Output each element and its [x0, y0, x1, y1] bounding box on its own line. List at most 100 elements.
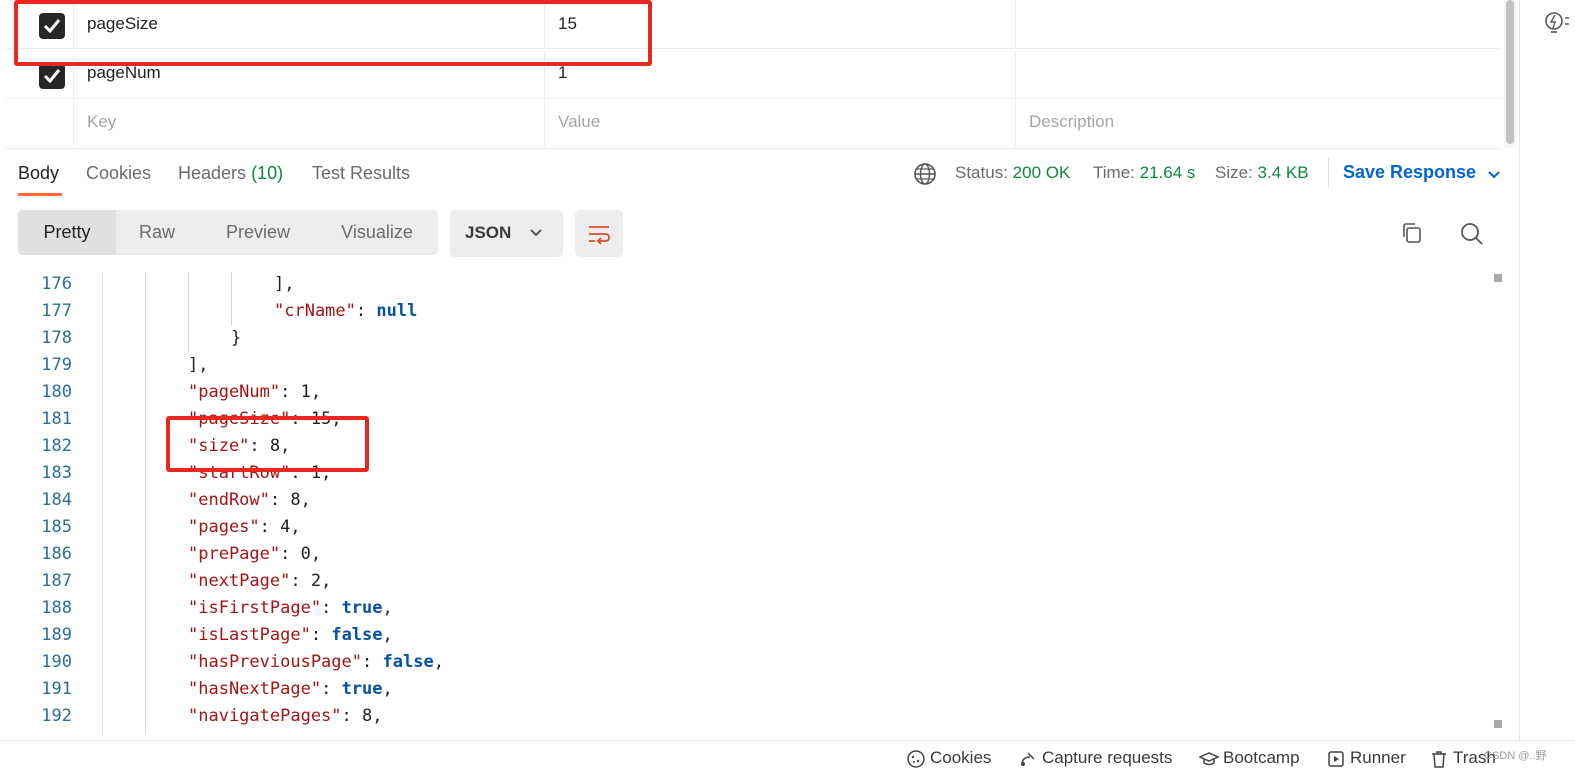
- code-line: 188 "isFirstPage": true,: [0, 598, 1490, 625]
- line-number: 184: [41, 490, 72, 510]
- trash-icon: [1432, 751, 1446, 768]
- line-text: "navigatePages": 8,: [188, 706, 383, 726]
- description-placeholder: Description: [1029, 112, 1115, 131]
- param-row-empty: Key Value Description: [6, 100, 1502, 149]
- line-text: "hasNextPage": true,: [188, 679, 393, 699]
- tab-test-results[interactable]: Test Results: [312, 163, 410, 184]
- view-mode-pretty[interactable]: Pretty: [18, 210, 116, 255]
- size-label: Size:: [1215, 163, 1253, 182]
- highlight-annotation-size: [166, 416, 369, 472]
- graduation-cap-icon: [1199, 752, 1219, 766]
- footer-capture-label: Capture requests: [1042, 748, 1173, 767]
- line-text: "isLastPage": false,: [188, 625, 393, 645]
- globe-icon[interactable]: [913, 162, 937, 186]
- code-line: 179],: [0, 355, 1490, 382]
- format-dropdown[interactable]: JSON: [450, 210, 563, 257]
- line-text: "endRow": 8,: [188, 490, 311, 510]
- chevron-down-icon: [530, 229, 542, 237]
- line-text: "crName": null: [274, 301, 418, 321]
- line-text: "hasPreviousPage": false,: [188, 652, 444, 672]
- line-text: "nextPage": 2,: [188, 571, 332, 591]
- satellite-icon: [1021, 752, 1035, 766]
- line-number: 176: [41, 274, 72, 294]
- line-text: }: [231, 328, 242, 348]
- view-mode-raw[interactable]: Raw: [116, 210, 198, 255]
- scroll-up-arrow[interactable]: [1494, 274, 1502, 282]
- footer-bootcamp-label: Bootcamp: [1223, 748, 1300, 767]
- line-number: 185: [41, 517, 72, 537]
- tab-headers[interactable]: Headers (10): [178, 163, 283, 184]
- line-number: 182: [41, 436, 72, 456]
- line-number: 181: [41, 409, 72, 429]
- code-line: 180 "pageNum": 1,: [0, 382, 1490, 409]
- lightbulb-icon[interactable]: [1543, 10, 1571, 40]
- copy-icon[interactable]: [1400, 221, 1424, 245]
- line-number: 188: [41, 598, 72, 618]
- line-number: 183: [41, 463, 72, 483]
- play-icon: [1328, 751, 1344, 767]
- line-number: 177: [41, 301, 72, 321]
- search-icon[interactable]: [1459, 221, 1485, 247]
- save-response-label: Save Response: [1343, 162, 1477, 182]
- chevron-down-icon[interactable]: [1486, 166, 1502, 182]
- view-mode-visualize[interactable]: Visualize: [318, 210, 436, 255]
- param-checkbox[interactable]: [39, 63, 65, 89]
- code-line: 185 "pages": 4,: [0, 517, 1490, 544]
- status-label: Status:: [955, 163, 1008, 182]
- time-label: Time:: [1093, 163, 1135, 182]
- code-line: 192 "navigatePages": 8,: [0, 706, 1490, 733]
- line-text: ],: [274, 274, 295, 294]
- line-number: 180: [41, 382, 72, 402]
- code-line: 177 "crName": null: [0, 301, 1490, 328]
- scroll-down-arrow[interactable]: [1494, 720, 1502, 728]
- scrollbar-thumb[interactable]: [1506, 0, 1514, 144]
- save-response-button[interactable]: Save Response: [1343, 162, 1476, 183]
- key-placeholder: Key: [87, 112, 117, 131]
- divider: [1328, 158, 1329, 188]
- line-number: 189: [41, 625, 72, 645]
- value-placeholder: Value: [558, 112, 601, 131]
- code-scrollbar[interactable]: [1490, 272, 1504, 734]
- code-line: 189 "isLastPage": false,: [0, 625, 1490, 652]
- format-label: JSON: [465, 223, 512, 242]
- active-tab-indicator: [18, 193, 62, 196]
- line-text: "pageNum": 1,: [188, 382, 322, 402]
- param-key-input[interactable]: Key: [74, 100, 545, 148]
- cookie-icon: [907, 750, 925, 768]
- time-value: 21.64 s: [1139, 163, 1196, 182]
- line-text: ],: [188, 355, 209, 375]
- view-mode-segmented-control: Pretty Raw Preview Visualize: [18, 210, 438, 255]
- param-key: pageNum: [87, 63, 161, 82]
- watermark: CSDN @..野: [1484, 750, 1547, 762]
- check-icon: [43, 69, 61, 84]
- code-line: 191 "hasNextPage": true,: [0, 679, 1490, 706]
- param-description-input[interactable]: Description: [1016, 100, 1502, 148]
- code-line: 190 "hasPreviousPage": false,: [0, 652, 1490, 679]
- code-line: 186 "prePage": 0,: [0, 544, 1490, 571]
- view-mode-preview[interactable]: Preview: [198, 210, 318, 255]
- status-meta[interactable]: Status: 200 OK: [955, 163, 1070, 183]
- tab-body[interactable]: Body: [18, 163, 59, 184]
- code-line: 184 "endRow": 8,: [0, 490, 1490, 517]
- param-value: 1: [558, 63, 568, 82]
- highlight-annotation-params: [14, 0, 652, 66]
- param-description-cell[interactable]: [1016, 0, 1502, 48]
- line-number: 187: [41, 571, 72, 591]
- line-number: 192: [41, 706, 72, 726]
- footer-cookies-label: Cookies: [930, 748, 992, 767]
- response-body-code-view[interactable]: 176], 177 "crName": null 178} 179], 180 "p…: [0, 272, 1490, 734]
- tab-cookies[interactable]: Cookies: [86, 163, 151, 184]
- param-description-cell[interactable]: [1016, 50, 1502, 98]
- param-value-input[interactable]: Value: [545, 100, 1016, 148]
- size-meta[interactable]: Size: 3.4 KB: [1215, 163, 1309, 183]
- line-number: 178: [41, 328, 72, 348]
- line-number: 190: [41, 652, 72, 672]
- line-number: 191: [41, 679, 72, 699]
- code-line: 176],: [0, 274, 1490, 301]
- side-divider: [1519, 0, 1520, 740]
- time-meta[interactable]: Time: 21.64 s: [1093, 163, 1195, 183]
- code-line: 178}: [0, 328, 1490, 355]
- wrap-lines-button[interactable]: [575, 210, 623, 257]
- wrap-lines-icon: [589, 226, 610, 245]
- params-scrollbar[interactable]: [1504, 0, 1516, 148]
